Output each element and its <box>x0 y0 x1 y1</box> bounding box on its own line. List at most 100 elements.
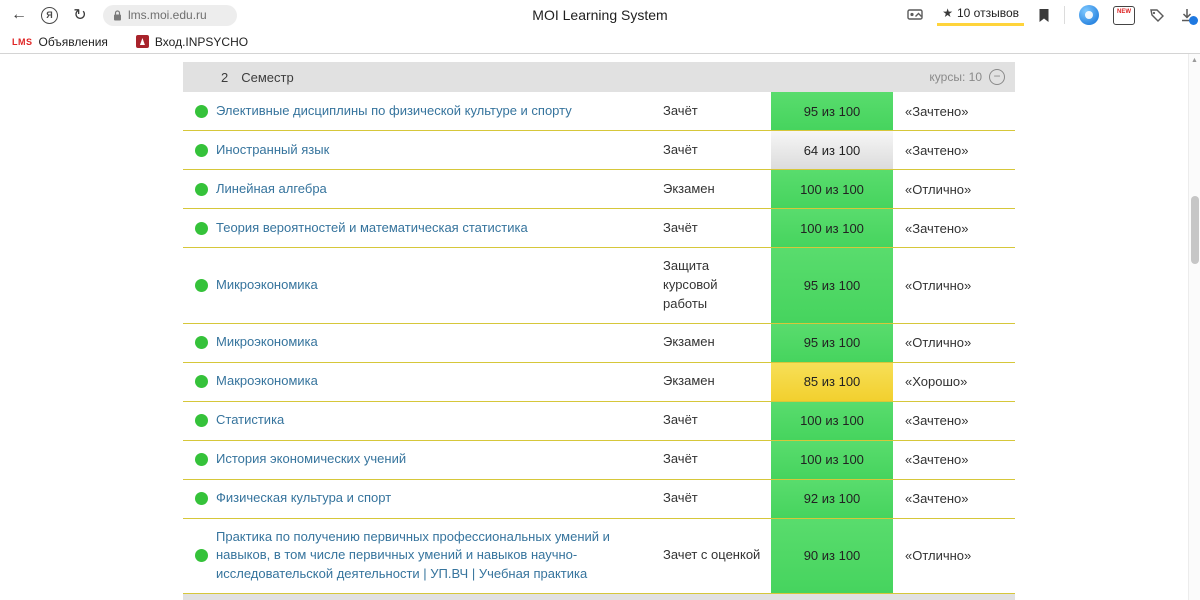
assessment-type: Зачёт <box>663 102 698 118</box>
grade-text: «Зачтено» <box>905 491 969 507</box>
address-bar[interactable]: lms.moi.edu.ru <box>103 4 237 26</box>
grades-table-body: Элективные дисциплины по физической куль… <box>183 92 1015 595</box>
course-link[interactable]: Линейная алгебра <box>216 180 327 199</box>
toolbar-right-cluster: ★ 10 отзывов NEW <box>901 4 1198 26</box>
reviews-button[interactable]: ★ 10 отзывов <box>937 4 1024 26</box>
scrollbar-thumb[interactable] <box>1191 196 1199 264</box>
assessment-type: Зачёт <box>663 219 698 235</box>
course-name-cell: Микроэкономика <box>216 324 653 362</box>
grade-text: «Зачтено» <box>905 452 969 468</box>
completed-dot-icon <box>195 492 208 506</box>
course-link[interactable]: Иностранный язык <box>216 141 329 160</box>
semester-3-header: 3 Семестр курсы: 10 + <box>183 594 1015 600</box>
download-icon[interactable] <box>1180 8 1198 25</box>
status-dot-cell <box>183 92 216 130</box>
course-name-cell: Микроэкономика <box>216 248 653 323</box>
grade-text: «Зачтено» <box>905 103 969 119</box>
reviews-label: 10 отзывов <box>956 6 1019 20</box>
score-badge: 90 из 100 <box>771 518 893 594</box>
status-dot-cell <box>183 209 216 247</box>
table-row: Микроэкономика Защита курсовой работы 95… <box>183 248 1015 324</box>
completed-dot-icon <box>195 336 208 350</box>
new-badge: NEW <box>1117 8 1131 15</box>
bookmark-label: Объявления <box>38 34 108 49</box>
table-row: Микроэкономика Экзамен 95 из 100 «Отличн… <box>183 323 1015 363</box>
yandex-home-icon[interactable]: Я <box>41 6 58 24</box>
grades-page: 2 Семестр курсы: 10 − Элективные дисципл… <box>183 62 1015 600</box>
semester-number: 2 <box>221 69 229 85</box>
table-row: Теория вероятностей и математическая ста… <box>183 209 1015 248</box>
grade-text: «Отлично» <box>905 277 972 293</box>
completed-dot-icon <box>195 375 208 389</box>
status-dot-cell <box>183 519 216 594</box>
status-dot-cell <box>183 131 216 169</box>
table-row: Иностранный язык Зачёт 64 из 100 «Зачтен… <box>183 131 1015 170</box>
lock-icon <box>114 9 121 20</box>
score-badge: 92 из 100 <box>771 479 893 518</box>
bookmark-announcements[interactable]: LMS Объявления <box>12 35 108 49</box>
bookmark-inpsycho[interactable]: Вход.INPSYCHO <box>135 34 249 49</box>
collapse-icon[interactable]: − <box>989 69 1005 85</box>
table-row: Физическая культура и спорт Зачёт 92 из … <box>183 479 1015 519</box>
course-name-cell: Практика по получению первичных професси… <box>216 519 653 594</box>
url-text: lms.moi.edu.ru <box>128 8 207 22</box>
table-row: Практика по получению первичных професси… <box>183 518 1015 595</box>
course-name-cell: Элективные дисциплины по физической куль… <box>216 92 653 130</box>
scroll-up-icon[interactable]: ▲ <box>1189 57 1200 64</box>
status-dot-cell <box>183 170 216 208</box>
browser-chrome: ← Я ↻ lms.moi.edu.ru MOI Learning System… <box>0 0 1200 54</box>
score-badge: 95 из 100 <box>771 248 893 323</box>
score-badge: 100 из 100 <box>771 401 893 440</box>
grade-text: «Зачтено» <box>905 142 969 158</box>
completed-dot-icon <box>195 278 208 292</box>
status-dot-cell <box>183 363 216 401</box>
course-name-cell: История экономических учений <box>216 441 653 479</box>
table-row: Макроэкономика Экзамен 85 из 100 «Хорошо… <box>183 362 1015 402</box>
star-icon: ★ <box>942 6 953 20</box>
course-link[interactable]: Микроэкономика <box>216 333 318 352</box>
completed-dot-icon <box>195 182 208 196</box>
completed-dot-icon <box>195 221 208 235</box>
course-link[interactable]: Теория вероятностей и математическая ста… <box>216 219 528 238</box>
grade-text: «Зачтено» <box>905 413 969 429</box>
score-badge: 64 из 100 <box>771 131 893 169</box>
score-badge: 100 из 100 <box>771 209 893 247</box>
vertical-scrollbar[interactable]: ▲ <box>1188 54 1200 600</box>
course-link[interactable]: Практика по получению первичных професси… <box>216 528 643 585</box>
extensions-icon[interactable] <box>1149 8 1166 23</box>
grade-text: «Хорошо» <box>905 374 968 390</box>
semester-label: Семестр <box>241 69 294 85</box>
table-row: Статистика Зачёт 100 из 100 «Зачтено» <box>183 401 1015 441</box>
completed-dot-icon <box>195 104 208 118</box>
course-link[interactable]: Макроэкономика <box>216 372 318 391</box>
score-badge: 95 из 100 <box>771 323 893 362</box>
course-link[interactable]: Элективные дисциплины по физической куль… <box>216 102 572 121</box>
course-link[interactable]: Статистика <box>216 411 284 430</box>
table-row: История экономических учений Зачёт 100 и… <box>183 440 1015 480</box>
bookmark-flag-icon[interactable] <box>1038 8 1050 23</box>
course-name-cell: Статистика <box>216 402 653 440</box>
grade-text: «Зачтено» <box>905 220 969 236</box>
bookmarks-bar: LMS Объявления Вход.INPSYCHO <box>0 30 1200 54</box>
bookmark-label: Вход.INPSYCHO <box>154 34 249 49</box>
completed-dot-icon <box>195 453 208 467</box>
back-icon[interactable]: ← <box>6 6 32 24</box>
course-name-cell: Линейная алгебра <box>216 170 653 208</box>
course-link[interactable]: Физическая культура и спорт <box>216 489 391 508</box>
assessment-type: Зачет с оценкой <box>663 547 761 563</box>
course-link[interactable]: Микроэкономика <box>216 276 318 295</box>
assessment-type: Зачёт <box>663 141 698 157</box>
course-name-cell: Макроэкономика <box>216 363 653 401</box>
score-badge: 100 из 100 <box>771 440 893 479</box>
course-link[interactable]: История экономических учений <box>216 450 406 469</box>
inpsycho-icon <box>135 35 149 48</box>
refresh-icon[interactable]: ↻ <box>67 5 93 25</box>
course-name-cell: Теория вероятностей и математическая ста… <box>216 209 653 247</box>
completed-dot-icon <box>195 143 208 157</box>
alice-icon[interactable] <box>1079 5 1099 25</box>
new-tab-widget-icon[interactable]: NEW <box>1113 5 1135 25</box>
protect-icon[interactable] <box>907 8 923 22</box>
browser-toolbar: ← Я ↻ lms.moi.edu.ru MOI Learning System… <box>0 0 1200 30</box>
score-badge: 100 из 100 <box>771 170 893 208</box>
assessment-type: Экзамен <box>663 373 715 389</box>
